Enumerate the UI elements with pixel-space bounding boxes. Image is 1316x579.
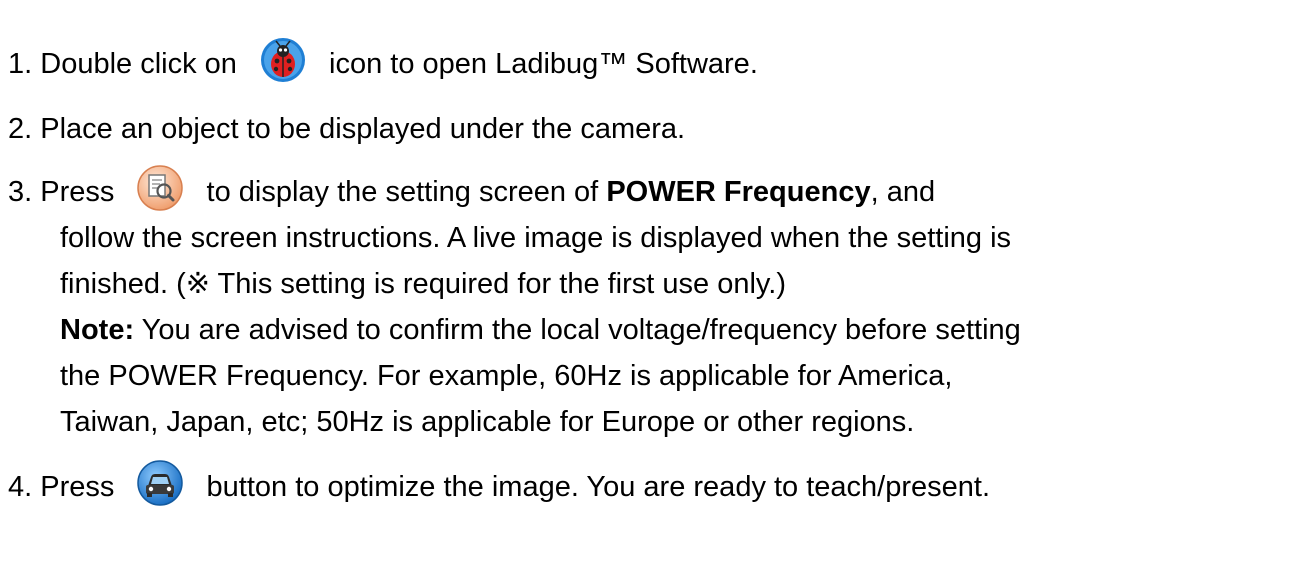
power-frequency-label: POWER Frequency — [606, 176, 871, 208]
settings-magnifier-icon — [136, 164, 184, 212]
step-4: 4. Press button to optimize the image. Y… — [8, 460, 991, 507]
step-text: Double click on — [40, 48, 237, 80]
step-3-line-2: follow the screen instructions. A live i… — [60, 222, 1012, 254]
note-line-3: Taiwan, Japan, etc; 50Hz is applicable f… — [60, 406, 915, 438]
note-label: Note: — [60, 314, 135, 346]
note-line-1: Note: You are advised to confirm the loc… — [60, 310, 1021, 350]
step-1: 1. Double click on icon to open Ladibug™… — [8, 38, 758, 84]
step-number: 4. — [8, 471, 33, 503]
step-text: icon to open Ladibug™ Software. — [329, 48, 758, 80]
step-text: button to optimize the image. You are re… — [206, 471, 991, 503]
note-text: You are advised to confirm the local vol… — [134, 314, 1021, 346]
step-number: 3. — [8, 176, 33, 208]
step-2: 2. Place an object to be displayed under… — [8, 109, 685, 149]
step-3-line-3: finished. (※ This setting is required fo… — [60, 268, 786, 300]
ladybug-icon — [259, 36, 307, 84]
step-text: to display the setting screen of — [206, 176, 599, 208]
step-text: Press — [40, 471, 115, 503]
step-text: Press — [40, 176, 115, 208]
step-number: 1. — [8, 48, 33, 80]
auto-tune-car-icon — [136, 459, 184, 507]
note-line-2: the POWER Frequency. For example, 60Hz i… — [60, 360, 953, 392]
step-text: Place an object to be displayed under th… — [40, 113, 686, 145]
step-number: 2. — [8, 113, 33, 145]
step-3: 3. Press to display the setting screen o… — [8, 165, 936, 212]
step-text: , and — [870, 176, 936, 208]
